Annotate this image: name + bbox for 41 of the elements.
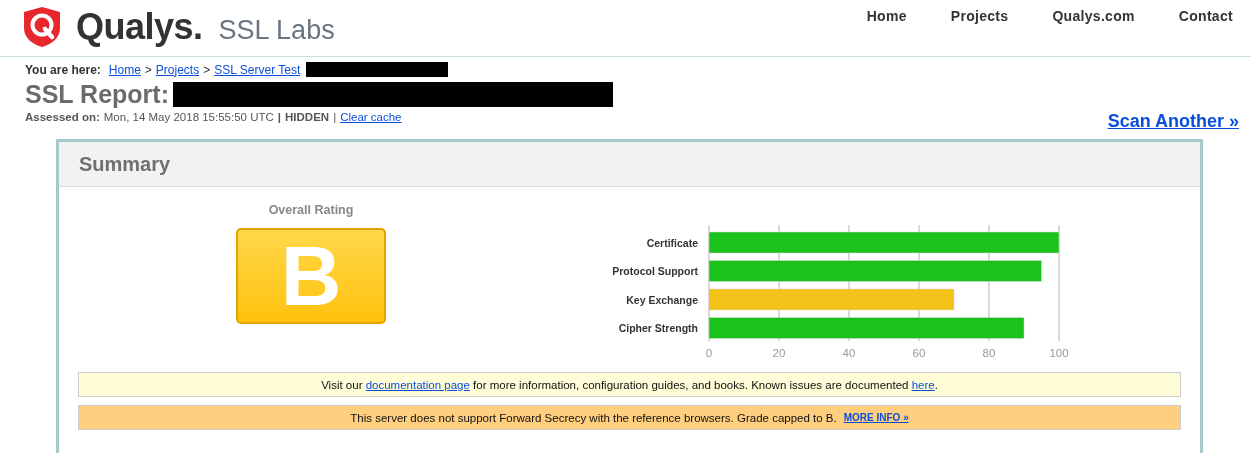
category-label: Protocol Support (612, 265, 698, 277)
axis-tick-label: 100 (1049, 347, 1069, 359)
assessed-date: Mon, 14 May 2018 15:55:50 UTC (103, 111, 274, 123)
notice-text: This server does not support Forward Secrecy with the reference browsers. Grade capped to B. (350, 411, 837, 424)
nav-link[interactable]: Contact (1134, 8, 1233, 24)
axis-tick-label: 20 (772, 347, 786, 359)
report-title: SSL Report: (25, 80, 169, 109)
rating-label: Overall Rating (268, 203, 354, 217)
scan-another-link[interactable]: Scan Another » (1107, 111, 1239, 132)
notice-link[interactable]: here (911, 378, 935, 391)
notice-text: . (934, 378, 938, 391)
assessed-label: Assessed on: (25, 111, 100, 123)
category-label: Cipher Strength (618, 322, 698, 334)
notice-text: Visit our (321, 378, 364, 391)
logo-text: Qualys. (76, 6, 203, 48)
notice-text: for more information, configuration guides, and books. Known issues are documented (472, 378, 910, 391)
shield-logo-icon (22, 6, 62, 48)
summary-header: Summary (59, 142, 1200, 187)
notice-link[interactable]: documentation page (365, 378, 470, 391)
more-info-link[interactable]: MORE INFO » (843, 412, 909, 423)
category-label: Certificate (646, 236, 698, 249)
breadcrumb-separator: > (203, 62, 211, 77)
nav-link[interactable]: Projects (906, 8, 1009, 24)
breadcrumb-link[interactable]: Projects (155, 62, 200, 77)
grade-badge: B (236, 228, 386, 324)
category-label: Key Exchange (626, 293, 698, 306)
breadcrumb-separator: > (144, 62, 152, 77)
clear-cache-link[interactable]: Clear cache (340, 111, 402, 123)
separator-text: | (333, 111, 337, 123)
breadcrumb-label: You are here: (25, 62, 101, 77)
axis-tick-label: 80 (982, 347, 996, 359)
axis-tick-label: 40 (842, 347, 856, 359)
product-name: SSL Labs (218, 14, 335, 46)
nav-link[interactable]: Home (822, 8, 907, 24)
breadcrumb-link[interactable]: SSL Server Test (214, 62, 301, 77)
axis-tick-label: 60 (912, 347, 926, 359)
separator-text: | (277, 111, 282, 123)
hidden-status: HIDDEN (285, 111, 330, 123)
axis-tick-label: 0 (705, 347, 713, 359)
nav-link[interactable]: Qualys.com (1008, 8, 1135, 24)
breadcrumb-link[interactable]: Home (108, 62, 141, 77)
